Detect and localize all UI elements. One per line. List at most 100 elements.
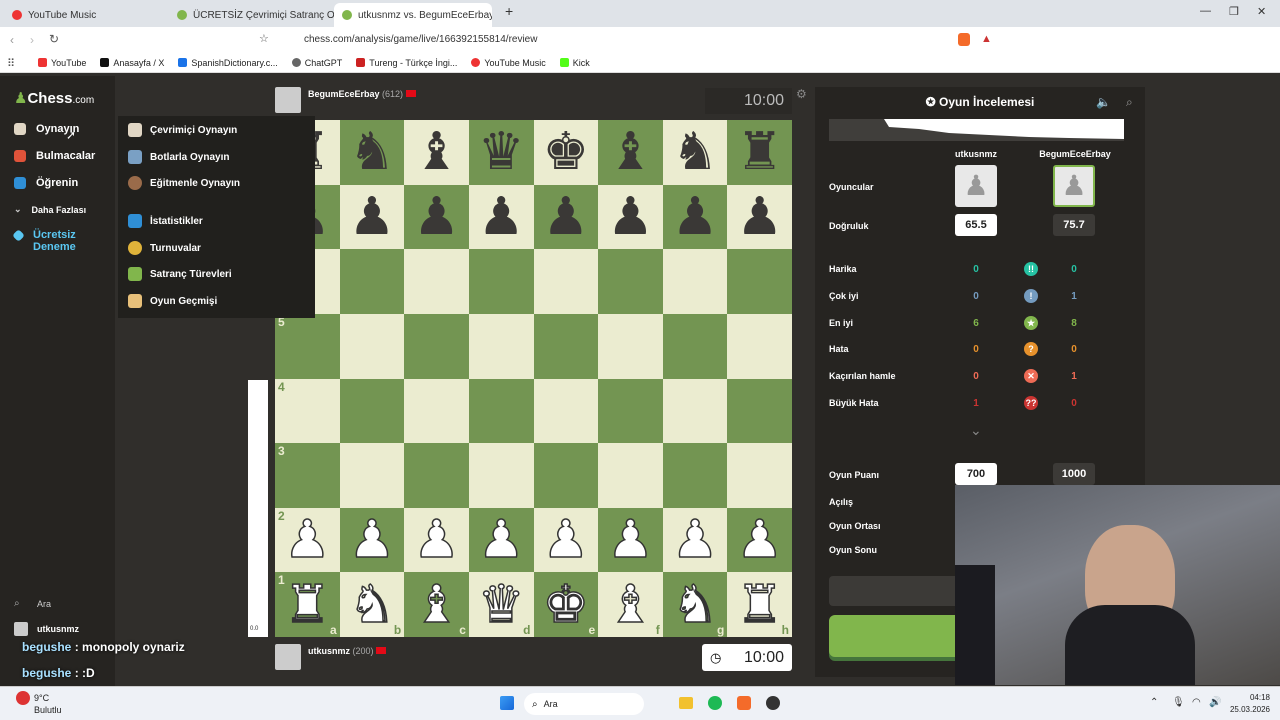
brave-icon[interactable] bbox=[737, 696, 751, 710]
board-square[interactable]: ♛ bbox=[468, 120, 534, 185]
board-square[interactable]: ♚ bbox=[533, 120, 599, 185]
board-square[interactable]: ♟ bbox=[339, 184, 405, 250]
board-square[interactable]: ♟ bbox=[468, 184, 534, 250]
board-square[interactable] bbox=[727, 249, 792, 314]
clock-date[interactable]: 25.03.2026 bbox=[1222, 705, 1270, 714]
weather-icon[interactable] bbox=[16, 691, 30, 705]
chess-logo[interactable]: ♟Chess.com bbox=[14, 89, 94, 107]
board-square[interactable] bbox=[727, 313, 792, 379]
microphone-icon[interactable]: 🎙 bbox=[1172, 697, 1185, 708]
back-icon[interactable]: ‹ bbox=[10, 33, 14, 47]
black-pawn-icon[interactable]: ♟ bbox=[736, 191, 783, 243]
spotify-icon[interactable] bbox=[708, 696, 722, 710]
board-square[interactable]: 1 a ♜ bbox=[275, 572, 340, 637]
brave-shield-icon[interactable] bbox=[958, 33, 970, 46]
black-knight-icon[interactable]: ♞ bbox=[672, 126, 719, 178]
board-square[interactable] bbox=[339, 249, 405, 314]
board-square[interactable] bbox=[533, 249, 599, 314]
board-square[interactable] bbox=[533, 378, 599, 444]
board-square[interactable] bbox=[339, 443, 405, 508]
board-square[interactable]: ♝ bbox=[598, 120, 663, 185]
board-square[interactable] bbox=[598, 249, 663, 314]
chevron-down-icon[interactable]: ⌄ bbox=[970, 422, 982, 439]
rewards-icon[interactable]: ▲ bbox=[981, 33, 992, 45]
black-pawn-icon[interactable]: ♟ bbox=[413, 191, 460, 243]
minimize-icon[interactable]: — bbox=[1200, 5, 1211, 17]
white-pawn-icon[interactable]: ♟ bbox=[348, 513, 396, 567]
black-knight-icon[interactable]: ♞ bbox=[349, 126, 396, 178]
board-square[interactable] bbox=[468, 313, 534, 379]
app-icon[interactable] bbox=[766, 696, 780, 710]
board-square[interactable]: b ♞ bbox=[339, 572, 405, 637]
bookmark-tureng[interactable]: Tureng - Türkçe İngi... bbox=[356, 58, 457, 68]
board-square[interactable]: ♟ bbox=[404, 507, 469, 573]
board-square[interactable]: ♟ bbox=[533, 184, 599, 250]
board-square[interactable]: ♟ bbox=[339, 507, 405, 573]
black-bishop-icon[interactable]: ♝ bbox=[413, 126, 460, 178]
top-player-name[interactable]: BegumEceErbay (612) bbox=[308, 89, 416, 99]
speaker-icon[interactable]: 🔈 bbox=[1096, 95, 1111, 109]
board-square[interactable]: ♞ bbox=[339, 120, 405, 185]
menu-stats[interactable]: İstatistikler bbox=[128, 214, 203, 228]
eval-graph[interactable] bbox=[829, 119, 1124, 141]
nav-learn[interactable]: Öğrenin bbox=[14, 177, 78, 189]
board-square[interactable]: ♟ bbox=[598, 184, 663, 250]
white-pawn-icon[interactable]: ♟ bbox=[736, 513, 784, 567]
board-square[interactable] bbox=[598, 378, 663, 444]
bookmark-youtube[interactable]: YouTube bbox=[38, 58, 86, 68]
board-square[interactable] bbox=[662, 313, 728, 379]
url-field[interactable]: chess.com/analysis/game/live/16639215581… bbox=[280, 31, 1000, 49]
white-bishop-icon[interactable]: ♝ bbox=[413, 578, 461, 632]
white-pawn-icon[interactable]: ♟ bbox=[542, 513, 590, 567]
white-knight-icon[interactable]: ♞ bbox=[671, 578, 719, 632]
restore-icon[interactable]: ❐ bbox=[1229, 5, 1239, 18]
board-square[interactable]: 5 bbox=[275, 313, 340, 379]
search-icon[interactable]: ⌕ bbox=[1126, 95, 1133, 110]
nav-username[interactable]: utkusnmz bbox=[37, 624, 79, 634]
menu-tournaments[interactable]: Turnuvalar bbox=[128, 241, 201, 255]
board-square[interactable]: f ♝ bbox=[598, 572, 663, 637]
black-pawn-icon[interactable]: ♟ bbox=[543, 191, 590, 243]
board-square[interactable]: ♜ bbox=[727, 120, 792, 185]
menu-variants[interactable]: Satranç Türevleri bbox=[128, 267, 232, 281]
board-square[interactable]: ♝ bbox=[404, 120, 469, 185]
board-square[interactable] bbox=[662, 443, 728, 508]
gear-icon[interactable]: ⚙ bbox=[796, 87, 807, 101]
wifi-icon[interactable]: ◠ bbox=[1192, 697, 1201, 708]
board-square[interactable]: h ♜ bbox=[727, 572, 792, 637]
board-square[interactable] bbox=[404, 443, 469, 508]
board-square[interactable] bbox=[662, 378, 728, 444]
board-square[interactable] bbox=[727, 378, 792, 444]
board-square[interactable] bbox=[468, 443, 534, 508]
white-queen-icon[interactable]: ♛ bbox=[477, 578, 525, 632]
board-square[interactable]: 3 bbox=[275, 443, 340, 508]
search-icon[interactable]: ⌕ bbox=[14, 598, 20, 609]
black-bishop-icon[interactable]: ♝ bbox=[607, 126, 654, 178]
board-square[interactable] bbox=[662, 249, 728, 314]
board-square[interactable] bbox=[533, 313, 599, 379]
board-square[interactable] bbox=[598, 313, 663, 379]
board-square[interactable]: ♟ bbox=[662, 507, 728, 573]
black-rook-icon[interactable]: ♜ bbox=[736, 126, 783, 178]
chess-board[interactable]: 8♜♞♝♛♚♝♞♜7♟♟♟♟♟♟♟♟65432♟♟♟♟♟♟♟♟1a♜b♞c♝d♛… bbox=[275, 120, 792, 637]
board-square[interactable]: d ♛ bbox=[468, 572, 534, 637]
board-square[interactable] bbox=[404, 313, 469, 379]
nav-search[interactable]: Ara bbox=[37, 599, 51, 609]
black-player-avatar[interactable]: ♟ bbox=[1053, 165, 1095, 207]
board-square[interactable] bbox=[727, 443, 792, 508]
board-square[interactable] bbox=[468, 249, 534, 314]
taskbar-search[interactable]: ⌕ Ara bbox=[524, 693, 644, 715]
board-square[interactable]: c ♝ bbox=[404, 572, 469, 637]
board-square[interactable]: ♟ bbox=[533, 507, 599, 573]
tab-chess-review[interactable]: utkusnmz vs. BegumEceErbay | A...✕ bbox=[334, 3, 492, 27]
new-tab-icon[interactable]: + bbox=[505, 3, 513, 19]
board-square[interactable]: 2 ♟ bbox=[275, 507, 340, 573]
black-pawn-icon[interactable]: ♟ bbox=[349, 191, 396, 243]
board-square[interactable]: ♟ bbox=[727, 507, 792, 573]
apps-grid-icon[interactable]: ⠿ bbox=[7, 57, 15, 70]
board-square[interactable] bbox=[404, 378, 469, 444]
window-close-icon[interactable]: ✕ bbox=[1257, 5, 1266, 18]
avatar[interactable] bbox=[14, 622, 28, 636]
board-square[interactable] bbox=[404, 249, 469, 314]
black-pawn-icon[interactable]: ♟ bbox=[478, 191, 525, 243]
